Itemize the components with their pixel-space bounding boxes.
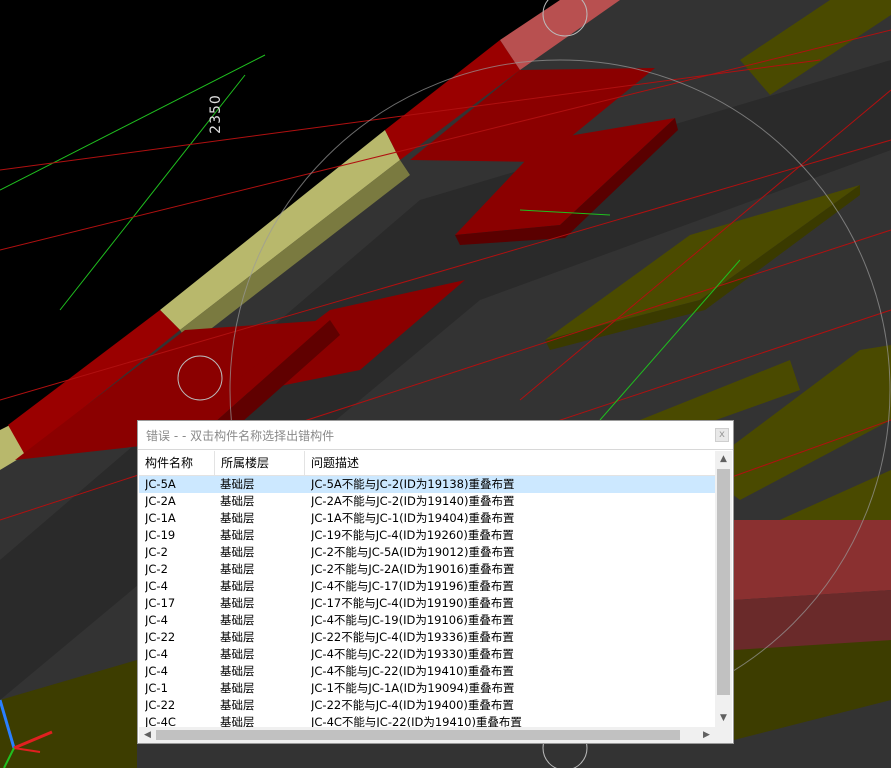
- cell-floor: 基础层: [220, 528, 255, 542]
- table-row[interactable]: JC-2 基础层 JC-2不能与JC-5A(ID为19012)重叠布置: [139, 544, 715, 561]
- cell-component-name: JC-17: [145, 596, 176, 610]
- cell-component-name: JC-2: [145, 545, 168, 559]
- cell-component-name: JC-2A: [145, 494, 176, 508]
- vertical-scrollbar[interactable]: ▲ ▼: [715, 451, 732, 727]
- column-header-name[interactable]: 构件名称: [139, 451, 215, 475]
- table-row[interactable]: JC-4 基础层 JC-4不能与JC-19(ID为19106)重叠布置: [139, 612, 715, 629]
- table-row[interactable]: JC-4 基础层 JC-4不能与JC-17(ID为19196)重叠布置: [139, 578, 715, 595]
- table-row[interactable]: JC-19 基础层 JC-19不能与JC-4(ID为19260)重叠布置: [139, 527, 715, 544]
- cell-floor: 基础层: [220, 613, 255, 627]
- cell-component-name: JC-4: [145, 579, 168, 593]
- cell-component-name: JC-22: [145, 698, 176, 712]
- cell-description: JC-2不能与JC-5A(ID为19012)重叠布置: [311, 545, 515, 559]
- scroll-right-icon[interactable]: ▶: [698, 727, 715, 743]
- cell-description: JC-22不能与JC-4(ID为19400)重叠布置: [311, 698, 514, 712]
- cell-floor: 基础层: [220, 477, 255, 491]
- cell-floor: 基础层: [220, 664, 255, 678]
- cell-description: JC-1A不能与JC-1(ID为19404)重叠布置: [311, 511, 515, 525]
- cell-component-name: JC-4: [145, 613, 168, 627]
- table-row[interactable]: JC-2 基础层 JC-2不能与JC-2A(ID为19016)重叠布置: [139, 561, 715, 578]
- cell-component-name: JC-1A: [145, 511, 176, 525]
- cell-floor: 基础层: [220, 647, 255, 661]
- cell-description: JC-4C不能与JC-22(ID为19410)重叠布置: [311, 715, 522, 727]
- red-beam-pink: [734, 590, 891, 650]
- cell-floor: 基础层: [220, 630, 255, 644]
- cell-component-name: JC-19: [145, 528, 176, 542]
- cell-floor: 基础层: [220, 562, 255, 576]
- cell-description: JC-4不能与JC-19(ID为19106)重叠布置: [311, 613, 514, 627]
- table-row[interactable]: JC-22 基础层 JC-22不能与JC-4(ID为19400)重叠布置: [139, 697, 715, 714]
- error-list[interactable]: 构件名称 所属楼层 问题描述 JC-5A 基础层 JC-5A不能与JC-2(ID为1…: [139, 451, 715, 727]
- cell-description: JC-2不能与JC-2A(ID为19016)重叠布置: [311, 562, 515, 576]
- table-row[interactable]: JC-1A 基础层 JC-1A不能与JC-1(ID为19404)重叠布置: [139, 510, 715, 527]
- cell-description: JC-1不能与JC-1A(ID为19094)重叠布置: [311, 681, 515, 695]
- vertical-scroll-thumb[interactable]: [717, 469, 730, 695]
- green-axis-line: [0, 54, 266, 191]
- table-row[interactable]: JC-22 基础层 JC-22不能与JC-4(ID为19336)重叠布置: [139, 629, 715, 646]
- list-header: 构件名称 所属楼层 问题描述: [139, 451, 715, 476]
- close-button[interactable]: x: [715, 428, 729, 442]
- table-row[interactable]: JC-4 基础层 JC-4不能与JC-22(ID为19410)重叠布置: [139, 663, 715, 680]
- table-row[interactable]: JC-2A 基础层 JC-2A不能与JC-2(ID为19140)重叠布置: [139, 493, 715, 510]
- cell-component-name: JC-1: [145, 681, 168, 695]
- cell-floor: 基础层: [220, 545, 255, 559]
- scroll-left-icon[interactable]: ◀: [139, 727, 156, 743]
- horizontal-scrollbar[interactable]: ◀ ▶: [139, 727, 715, 743]
- dialog-title: 错误 - - 双击构件名称选择出错构件: [146, 429, 335, 443]
- horizontal-scroll-thumb[interactable]: [156, 730, 680, 740]
- cell-description: JC-4不能与JC-22(ID为19330)重叠布置: [311, 647, 514, 661]
- cell-floor: 基础层: [220, 681, 255, 695]
- cell-description: JC-2A不能与JC-2(ID为19140)重叠布置: [311, 494, 515, 508]
- list-rows: JC-5A 基础层 JC-5A不能与JC-2(ID为19138)重叠布置 JC-2A 基…: [139, 476, 715, 727]
- table-row[interactable]: JC-4C 基础层 JC-4C不能与JC-22(ID为19410)重叠布置: [139, 714, 715, 727]
- column-header-floor[interactable]: 所属楼层: [215, 451, 305, 475]
- column-header-description[interactable]: 问题描述: [305, 451, 715, 475]
- table-row[interactable]: JC-5A 基础层 JC-5A不能与JC-2(ID为19138)重叠布置: [139, 476, 715, 493]
- cell-component-name: JC-5A: [145, 477, 176, 491]
- table-row[interactable]: JC-4 基础层 JC-4不能与JC-22(ID为19330)重叠布置: [139, 646, 715, 663]
- red-beam-pink: [734, 520, 891, 600]
- cell-description: JC-22不能与JC-4(ID为19336)重叠布置: [311, 630, 514, 644]
- cell-component-name: JC-4: [145, 647, 168, 661]
- close-icon: x: [719, 429, 725, 440]
- error-dialog: 错误 - - 双击构件名称选择出错构件 x 构件名称 所属楼层 问题描述 JC-…: [137, 420, 734, 744]
- cell-floor: 基础层: [220, 596, 255, 610]
- table-row[interactable]: JC-1 基础层 JC-1不能与JC-1A(ID为19094)重叠布置: [139, 680, 715, 697]
- cell-floor: 基础层: [220, 494, 255, 508]
- cell-description: JC-4不能与JC-17(ID为19196)重叠布置: [311, 579, 514, 593]
- cell-description: JC-4不能与JC-22(ID为19410)重叠布置: [311, 664, 514, 678]
- cell-floor: 基础层: [220, 715, 255, 727]
- table-row[interactable]: JC-17 基础层 JC-17不能与JC-4(ID为19190)重叠布置: [139, 595, 715, 612]
- scroll-up-icon[interactable]: ▲: [715, 451, 732, 468]
- dimension-label: 2350: [207, 94, 224, 134]
- dialog-title-bar[interactable]: 错误 - - 双击构件名称选择出错构件 x: [138, 421, 733, 450]
- cell-component-name: JC-4: [145, 664, 168, 678]
- cell-component-name: JC-2: [145, 562, 168, 576]
- cell-floor: 基础层: [220, 698, 255, 712]
- cell-description: JC-17不能与JC-4(ID为19190)重叠布置: [311, 596, 514, 610]
- cell-description: JC-5A不能与JC-2(ID为19138)重叠布置: [311, 477, 515, 491]
- cell-component-name: JC-22: [145, 630, 176, 644]
- scroll-down-icon[interactable]: ▼: [715, 710, 732, 727]
- cell-description: JC-19不能与JC-4(ID为19260)重叠布置: [311, 528, 514, 542]
- cell-floor: 基础层: [220, 511, 255, 525]
- cell-component-name: JC-4C: [145, 715, 176, 727]
- resize-grip-icon[interactable]: [715, 727, 732, 743]
- cell-floor: 基础层: [220, 579, 255, 593]
